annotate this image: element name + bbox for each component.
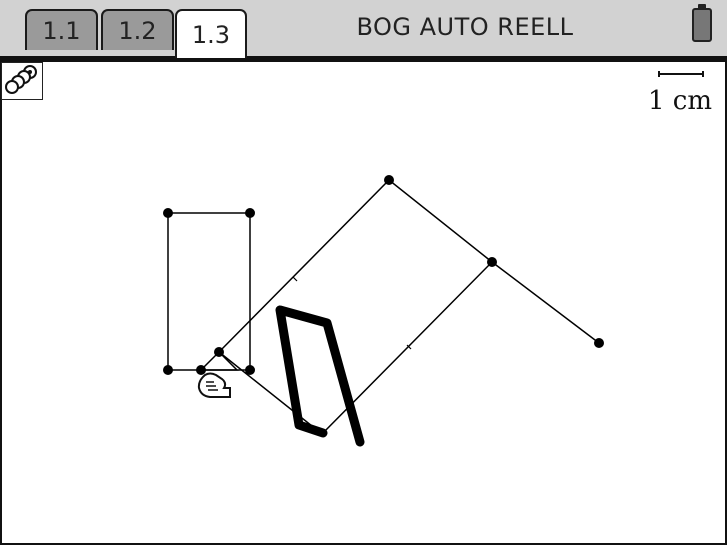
freehand-stroke[interactable]: [275, 305, 365, 447]
construction-canvas[interactable]: [0, 0, 727, 545]
point[interactable]: [245, 365, 255, 375]
construction-points[interactable]: [163, 175, 604, 375]
point[interactable]: [594, 338, 604, 348]
parallelogram-side-tick: [292, 276, 298, 282]
point[interactable]: [245, 208, 255, 218]
point[interactable]: [196, 365, 206, 375]
tab-1-3[interactable]: 1.3: [175, 9, 247, 58]
geometry-tool-icon[interactable]: [1, 62, 43, 100]
point[interactable]: [163, 208, 173, 218]
point[interactable]: [487, 257, 497, 267]
rectangle-shape[interactable]: [167, 212, 251, 371]
point[interactable]: [163, 365, 173, 375]
grab-hand-cursor-icon: [197, 372, 231, 398]
extension-segment[interactable]: [491, 261, 600, 344]
tool-glyph: [5, 65, 37, 94]
parallelogram-shape[interactable]: [217, 178, 494, 436]
point[interactable]: [384, 175, 394, 185]
point[interactable]: [214, 347, 224, 357]
